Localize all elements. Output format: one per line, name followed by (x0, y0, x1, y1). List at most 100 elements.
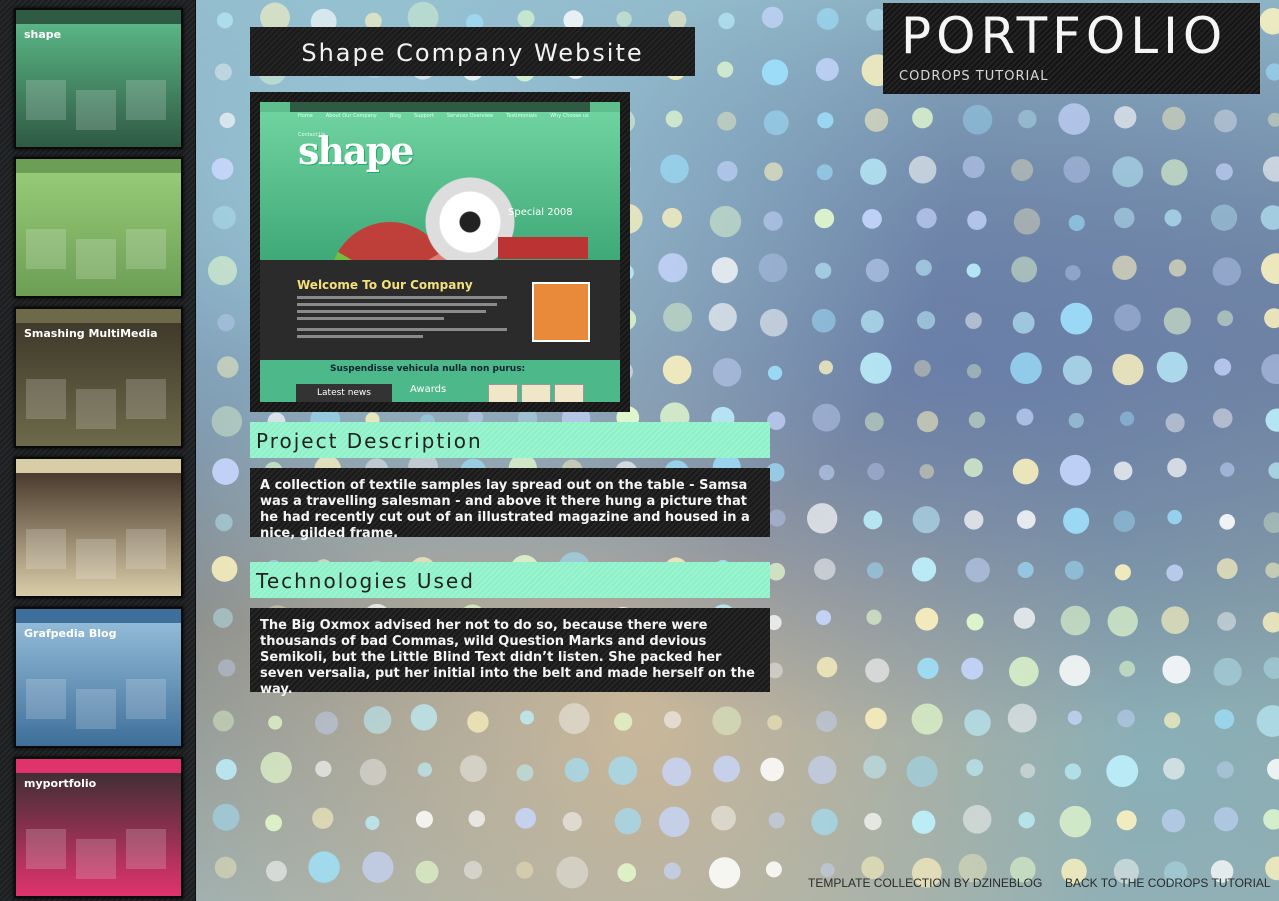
bokeh-dot (662, 355, 692, 385)
preview-special: Special 2008 (508, 207, 573, 218)
bokeh-dot (767, 562, 786, 581)
bokeh-dot (1166, 564, 1184, 582)
template-collection-link[interactable]: TEMPLATE COLLECTION BY DZINEBLOG (808, 876, 1042, 890)
bokeh-dot (1265, 562, 1279, 579)
bokeh-dot (768, 509, 786, 527)
bokeh-dot (1261, 253, 1279, 285)
bokeh-dot (658, 253, 688, 283)
bokeh-dot (964, 510, 984, 530)
bokeh-dot (1011, 158, 1034, 181)
bokeh-dot (962, 104, 993, 135)
thumbnail-label: myportfolio (24, 777, 97, 790)
bokeh-dot (708, 857, 741, 889)
bokeh-dot (1059, 454, 1091, 486)
bokeh-dot (815, 58, 839, 81)
brand-header: PORTFOLIO CODROPS TUTORIAL (883, 3, 1260, 94)
bokeh-dot (1263, 512, 1279, 534)
bokeh-dot (217, 313, 235, 332)
thumbnail-smashing-multimedia[interactable]: Smashing MultiMedia (14, 307, 183, 448)
bokeh-dot (415, 810, 433, 828)
bokeh-dot (761, 59, 789, 86)
bokeh-dot (1261, 354, 1279, 385)
bokeh-dot (665, 110, 683, 128)
bokeh-dot (214, 63, 232, 81)
bokeh-dot (520, 710, 535, 725)
bokeh-dot (312, 807, 334, 829)
bokeh-dot (967, 210, 987, 231)
bokeh-dot (1268, 462, 1279, 479)
bokeh-dot (213, 607, 233, 628)
bokeh-dot (1220, 462, 1235, 477)
bokeh-dot (365, 815, 380, 831)
thumbnail-grafpedia-blog[interactable]: Grafpedia Blog (14, 607, 183, 748)
bokeh-dot (865, 658, 890, 683)
bokeh-dot (816, 710, 838, 732)
preview-search-box (498, 237, 588, 259)
bokeh-dot (1163, 757, 1185, 780)
bokeh-dot (1164, 712, 1181, 729)
bokeh-dot (212, 458, 239, 485)
bokeh-dot (812, 403, 841, 432)
preview-cards (488, 384, 587, 402)
bokeh-dot (1213, 807, 1239, 832)
bokeh-dot (314, 711, 339, 735)
bokeh-dot (516, 764, 534, 782)
bokeh-dot (1217, 310, 1234, 327)
bokeh-dot (1168, 259, 1187, 277)
bokeh-dot (468, 810, 486, 828)
bokeh-dot (215, 759, 237, 780)
bokeh-dot (1064, 560, 1084, 580)
bokeh-dot (1113, 510, 1136, 532)
bokeh-dot (760, 757, 784, 782)
thumbnail-4[interactable] (14, 457, 183, 598)
bokeh-dot (467, 711, 489, 733)
bokeh-dot (867, 462, 885, 481)
bokeh-dot (916, 208, 937, 229)
bokeh-dot (962, 155, 985, 179)
bokeh-dot (608, 756, 638, 785)
bokeh-dot (1059, 655, 1091, 687)
bokeh-dot (1016, 408, 1034, 426)
bokeh-dot (1219, 514, 1235, 530)
bokeh-dot (1117, 709, 1135, 728)
bokeh-dot (1265, 63, 1279, 81)
bokeh-dot (614, 712, 633, 731)
bokeh-dot (1067, 710, 1082, 725)
bokeh-dot (717, 61, 734, 78)
bokeh-dot (862, 209, 882, 229)
thumbnail-2[interactable] (14, 157, 183, 298)
bokeh-dot (1215, 163, 1233, 181)
bokeh-dot (963, 458, 983, 478)
bokeh-dot (1020, 763, 1036, 779)
bokeh-dot (906, 756, 938, 788)
bokeh-dot (217, 356, 239, 378)
thumbnail-label: Smashing MultiMedia (24, 327, 158, 340)
bokeh-dot (815, 262, 832, 279)
back-to-tutorial-link[interactable]: BACK TO THE CODROPS TUTORIAL (1065, 876, 1271, 890)
bokeh-dot (663, 302, 693, 332)
bokeh-dot (864, 108, 889, 132)
bokeh-dot (916, 311, 936, 330)
thumbnail-myportfolio[interactable]: myportfolio (14, 757, 183, 898)
bokeh-dot (915, 259, 932, 276)
bokeh-dot (914, 359, 931, 377)
bokeh-dot (764, 162, 783, 181)
bokeh-dot (912, 107, 933, 129)
bokeh-dot (308, 851, 340, 883)
bokeh-dot (564, 757, 589, 783)
bokeh-dot (962, 804, 992, 834)
bokeh-dot (863, 755, 887, 779)
bokeh-dot (517, 10, 535, 28)
bokeh-dot (212, 710, 234, 732)
bokeh-dot (265, 814, 283, 832)
preview-logo: shape (298, 128, 414, 173)
bokeh-dot (712, 706, 742, 736)
bokeh-dot (1263, 809, 1279, 830)
bokeh-dot (1165, 413, 1185, 433)
bokeh-dot (211, 555, 238, 582)
bokeh-dot (1119, 411, 1135, 426)
thumbnail-shape[interactable]: shape (14, 8, 183, 149)
bokeh-dot (662, 207, 683, 228)
bokeh-dot (816, 8, 839, 30)
bokeh-dot (1264, 308, 1279, 329)
